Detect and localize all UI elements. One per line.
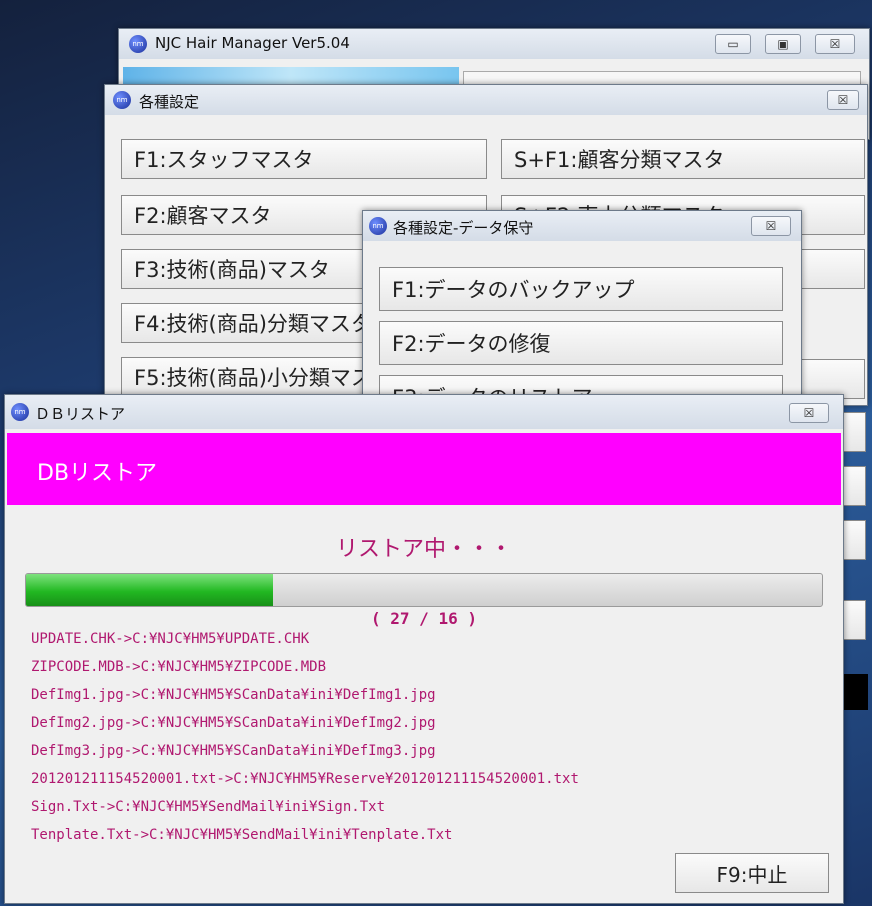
settings-window-title: 各種設定 [139,93,200,111]
restore-window-title: ＤＢリストア [35,405,126,423]
cancel-button[interactable]: F9:中止 [675,853,829,893]
backup-button[interactable]: F1:データのバックアップ [379,267,783,311]
maximize-button[interactable]: ▣ [765,34,801,54]
main-window-title: NJC Hair Manager Ver5.04 [155,34,350,52]
log-line: Sign.Txt->C:¥NJC¥HM5¥SendMail¥ini¥Sign.T… [31,799,386,815]
maintenance-window: nm 各種設定-データ保守 ☒ F1:データのバックアップ F2:データの修復 … [362,210,802,419]
app-icon: nm [369,217,387,235]
maintenance-window-title: 各種設定-データ保守 [393,219,534,237]
close-button[interactable]: ☒ [751,216,791,236]
black-field [842,674,868,710]
log-line: UPDATE.CHK->C:¥NJC¥HM5¥UPDATE.CHK [31,631,310,647]
progress-bar [25,573,823,607]
close-button[interactable]: ☒ [827,90,859,110]
app-icon: nm [113,91,131,109]
restore-window: nm ＤＢリストア ☒ DBリストア リストア中・・・ ( 27 / 16 ) … [4,394,844,904]
restore-header: DBリストア [7,433,841,505]
staff-master-button[interactable]: F1:スタッフマスタ [121,139,487,179]
log-line: DefImg3.jpg->C:¥NJC¥HM5¥SCanData¥ini¥Def… [31,743,436,759]
progress-count: ( 27 / 16 ) [371,609,477,628]
restore-header-title: DBリストア [37,461,158,486]
repair-button[interactable]: F2:データの修復 [379,321,783,365]
app-icon: nm [129,35,147,53]
minimize-button[interactable]: ▭ [715,34,751,54]
maintenance-title-bar[interactable]: nm 各種設定-データ保守 ☒ [363,211,801,241]
log-line: ZIPCODE.MDB->C:¥NJC¥HM5¥ZIPCODE.MDB [31,659,327,675]
progress-fill [26,574,273,606]
restore-title-bar[interactable]: nm ＤＢリストア ☒ [5,395,843,429]
log-line: 201201211154520001.txt->C:¥NJC¥HM5¥Reser… [31,771,579,787]
log-line: DefImg2.jpg->C:¥NJC¥HM5¥SCanData¥ini¥Def… [31,715,436,731]
main-title-bar[interactable]: nm NJC Hair Manager Ver5.04 ▭ ▣ ☒ [119,29,869,59]
restore-status: リストア中・・・ [335,537,512,562]
log-line: DefImg1.jpg->C:¥NJC¥HM5¥SCanData¥ini¥Def… [31,687,436,703]
close-button[interactable]: ☒ [789,403,829,423]
customer-category-master-button[interactable]: S+F1:顧客分類マスタ [501,139,865,179]
close-button[interactable]: ☒ [815,34,855,54]
log-line: Tenplate.Txt->C:¥NJC¥HM5¥SendMail¥ini¥Te… [31,827,453,843]
app-icon: nm [11,403,29,421]
settings-title-bar[interactable]: nm 各種設定 ☒ [105,85,867,115]
